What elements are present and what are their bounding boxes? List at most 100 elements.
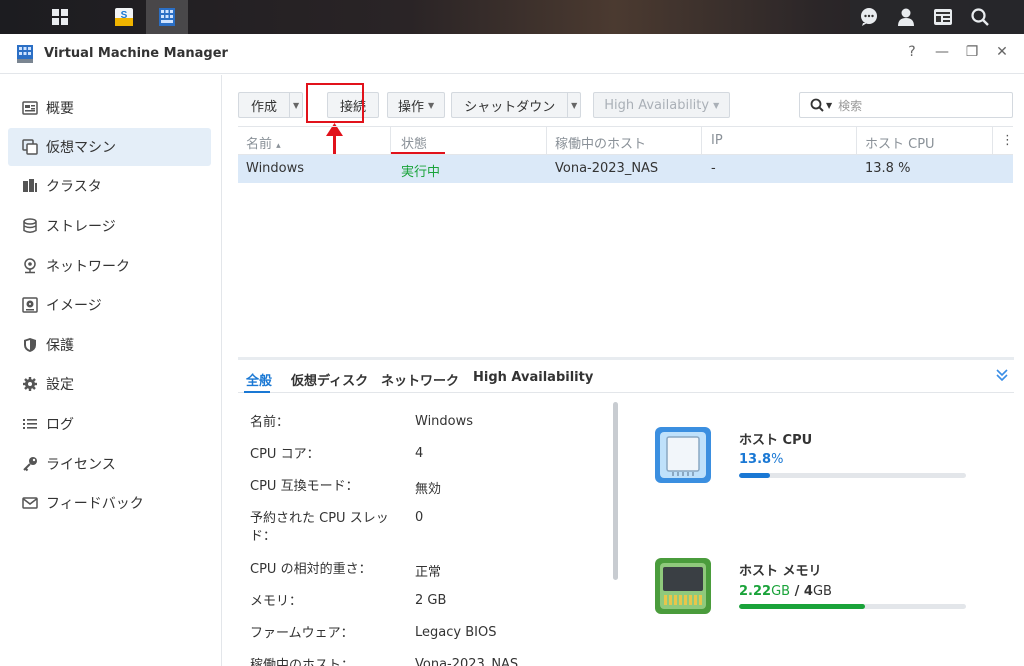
host-cpu-bar: [739, 473, 966, 478]
collapse-icon[interactable]: [996, 369, 1008, 385]
create-dropdown-button[interactable]: ▼: [289, 92, 304, 118]
sidebar-item-label: クラスタ: [46, 179, 102, 195]
details-scrollbar[interactable]: [613, 402, 618, 580]
virtual-machine-manager-icon: [159, 8, 175, 26]
tab-high-availability[interactable]: High Availability: [473, 370, 593, 385]
storage-icon: [22, 218, 38, 234]
sidebar-item-settings[interactable]: 設定: [8, 365, 211, 403]
shutdown-dropdown-button[interactable]: ▼: [567, 92, 582, 118]
field-label: CPU 互換モード：: [250, 479, 359, 494]
window-titlebar: Virtual Machine Manager ? — ❐ ✕: [0, 34, 1024, 74]
field-value: 0: [415, 510, 424, 525]
widgets-icon: [933, 9, 952, 25]
caret-down-icon: ▼: [428, 100, 435, 110]
high-availability-button[interactable]: High Availability ▼: [593, 92, 731, 118]
host-cpu-bar-fill: [739, 473, 771, 478]
sidebar-item-label: ログ: [46, 417, 74, 433]
overview-icon: [22, 100, 38, 116]
column-divider: [856, 127, 857, 155]
sidebar-item-cluster[interactable]: クラスタ: [8, 167, 211, 205]
field-label: 予約された CPU スレッド：: [250, 511, 389, 544]
column-divider: [992, 127, 993, 155]
restore-button[interactable]: ❐: [964, 44, 980, 60]
table-header: 名前 ▴ 状態 稼働中のホスト IP ホスト CPU ⋮: [238, 126, 1014, 155]
sort-asc-icon: ▴: [276, 141, 281, 151]
taskbar: S: [0, 0, 1024, 34]
widgets-button[interactable]: [924, 0, 961, 34]
search-icon: [810, 98, 824, 112]
field-label: メモリ：: [250, 594, 303, 609]
connect-highlight-box: [306, 83, 364, 123]
tab-general[interactable]: 全般: [246, 370, 272, 389]
detail-tabs: 全般 仮想ディスク ネットワーク High Availability: [238, 361, 1014, 393]
column-divider: [390, 127, 391, 155]
action-button[interactable]: 操作 ▼: [387, 92, 446, 118]
tab-network[interactable]: ネットワーク: [381, 370, 459, 389]
sidebar-item-image[interactable]: イメージ: [8, 286, 211, 324]
field-label: 名前：: [250, 415, 290, 430]
column-host[interactable]: 稼働中のホスト: [555, 133, 646, 152]
host-cpu-title: ホスト CPU: [739, 433, 813, 448]
host-memory-bar-fill: [739, 604, 865, 609]
window-title: Virtual Machine Manager: [44, 46, 228, 61]
host-memory-used: 2.22: [739, 584, 772, 599]
panel-divider[interactable]: [238, 357, 1014, 360]
cpu-icon: [655, 427, 711, 483]
caret-down-icon: ▼: [292, 100, 300, 110]
cell-host-cpu: 13.8 %: [865, 161, 911, 176]
main-menu-button[interactable]: [34, 0, 86, 34]
field-value: 4: [415, 446, 424, 461]
field-value: 正常: [415, 565, 442, 580]
field-value: Legacy BIOS: [415, 625, 497, 640]
package-center-button[interactable]: S: [104, 0, 144, 34]
column-divider: [701, 127, 702, 155]
sidebar-item-label: ストレージ: [46, 219, 116, 235]
sidebar-item-log[interactable]: ログ: [8, 405, 211, 443]
column-status[interactable]: 状態: [401, 133, 427, 152]
sidebar-item-virtual-machine[interactable]: 仮想マシン: [8, 128, 211, 166]
column-menu-icon[interactable]: ⋮: [1001, 133, 1014, 148]
column-name[interactable]: 名前 ▴: [246, 133, 281, 152]
minimize-button[interactable]: —: [934, 44, 950, 60]
user-button[interactable]: [887, 0, 924, 34]
window-controls: ? — ❐ ✕: [904, 44, 1010, 60]
action-label: 操作: [398, 99, 425, 115]
shutdown-button[interactable]: シャットダウン: [451, 92, 568, 118]
sidebar-item-protection[interactable]: 保護: [8, 326, 211, 364]
column-host-cpu[interactable]: ホスト CPU: [865, 133, 935, 152]
tab-virtual-disk[interactable]: 仮想ディスク: [291, 370, 368, 389]
cell-name: Windows: [246, 161, 305, 176]
chat-button[interactable]: [850, 0, 887, 34]
shield-icon: [22, 337, 38, 353]
sidebar-item-label: ネットワーク: [46, 259, 130, 275]
help-button[interactable]: ?: [904, 44, 920, 60]
sidebar-item-label: ライセンス: [46, 457, 116, 473]
create-button[interactable]: 作成: [238, 92, 290, 118]
sidebar-item-feedback[interactable]: フィードバック: [8, 484, 211, 522]
sidebar-item-storage[interactable]: ストレージ: [8, 207, 211, 245]
virtual-machine-manager-button[interactable]: [146, 0, 188, 34]
table-row[interactable]: Windows 実行中 Vona-2023_NAS - 13.8 %: [238, 155, 1013, 183]
search-button[interactable]: [961, 0, 998, 34]
sidebar-item-network[interactable]: ネットワーク: [8, 247, 211, 285]
sidebar-item-overview[interactable]: 概要: [8, 89, 211, 127]
host-cpu-unit: %: [771, 452, 784, 467]
host-memory-total: 4: [803, 584, 813, 599]
host-memory-total-unit: GB: [812, 584, 832, 599]
column-ip[interactable]: IP: [711, 133, 723, 148]
sidebar-item-license[interactable]: ライセンス: [8, 445, 211, 483]
high-availability-label: High Availability: [604, 97, 710, 113]
field-value: 2 GB: [415, 593, 447, 608]
field-value: Windows: [415, 414, 474, 429]
vm-table: 名前 ▴ 状態 稼働中のホスト IP ホスト CPU ⋮ Windows 実行中…: [238, 126, 1014, 183]
taskbar-tray: [850, 0, 1024, 34]
caret-down-icon: ▼: [571, 100, 578, 110]
sidebar-item-label: 設定: [46, 377, 74, 393]
search-input[interactable]: ▼ 検索: [799, 92, 1013, 118]
field-value: 無効: [415, 482, 442, 497]
memory-icon: [655, 558, 711, 614]
sidebar-item-label: イメージ: [46, 298, 102, 314]
close-button[interactable]: ✕: [994, 44, 1010, 60]
sidebar-item-label: 保護: [46, 338, 74, 354]
mail-icon: [22, 495, 38, 511]
